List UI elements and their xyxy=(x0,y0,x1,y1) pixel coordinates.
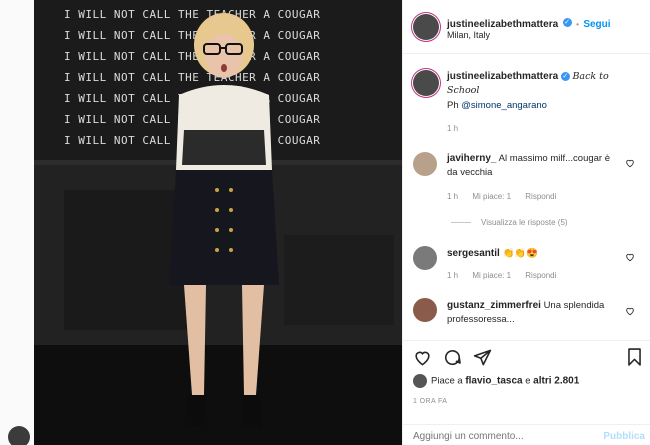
heart-icon[interactable] xyxy=(413,348,432,367)
publish-button[interactable]: Pubblica xyxy=(603,431,645,442)
comment-time: 1 h xyxy=(447,271,459,280)
verified-icon: ✓ xyxy=(560,71,570,81)
chalkboard-line: I WILL NOT CALL THE TEACHER A COUGAR xyxy=(64,29,320,42)
post-photo-art: I WILL NOT CALL THE TEACHER A COUGAR I WI… xyxy=(34,0,402,445)
comment-username[interactable]: sergesantil xyxy=(447,248,500,259)
comment-username[interactable]: javiherny_ xyxy=(447,153,496,164)
photographer-mention[interactable]: @simone_angarano xyxy=(461,100,547,111)
comment-likes[interactable]: Mi piace: 1 xyxy=(472,271,511,280)
comment-like-icon[interactable] xyxy=(625,252,635,262)
comment-input[interactable] xyxy=(413,431,583,442)
caption-username[interactable]: justineelizabethmattera xyxy=(447,71,558,82)
liker-username[interactable]: flavio_tasca xyxy=(465,376,522,387)
likes-summary: Piace a flavio_tasca e altri 2.801 xyxy=(413,374,579,388)
chalkboard-line: I WILL NOT CALL THE TEACHER A COUGAR xyxy=(64,50,320,63)
chalkboard-line: I WILL NOT CALL THE TEACHER A COUGAR xyxy=(64,71,320,84)
comment-icon[interactable] xyxy=(443,348,462,367)
liker-avatar[interactable] xyxy=(413,374,427,388)
likes-middle: e xyxy=(522,375,534,387)
caption-credit-prefix: Ph xyxy=(447,100,462,111)
commenter-avatar[interactable] xyxy=(413,298,437,322)
post-header: justineelizabethmattera ✓ • Segui Milan,… xyxy=(403,0,650,54)
comment-like-icon[interactable] xyxy=(625,158,635,168)
likes-others-button[interactable]: altri 2.801 xyxy=(533,376,579,387)
caption-time: 1 h xyxy=(447,124,459,133)
caption-avatar[interactable] xyxy=(413,70,439,96)
bookmark-icon[interactable] xyxy=(625,347,644,367)
post-location[interactable]: Milan, Italy xyxy=(447,30,490,40)
comment-likes[interactable]: Mi piace: 1 xyxy=(472,192,511,201)
follow-button[interactable]: Segui xyxy=(583,19,610,30)
comment-username[interactable]: gustanz_zimmerfrei xyxy=(447,300,541,311)
post-action-bar xyxy=(403,340,650,372)
post-photo[interactable]: I WILL NOT CALL THE TEACHER A COUGAR I WI… xyxy=(34,0,402,445)
author-username[interactable]: justineelizabethmattera xyxy=(447,19,558,30)
likes-prefix: Piace a xyxy=(431,375,466,387)
view-replies-button[interactable]: Visualizza le risposte (5) xyxy=(451,218,580,227)
post-timestamp: 1 ORA FA xyxy=(413,398,448,405)
post-details-panel: justineelizabethmattera ✓ • Segui Milan,… xyxy=(402,0,650,445)
comment-reply-button[interactable]: Rispondi xyxy=(525,271,556,280)
comment-text: 👏👏😍 xyxy=(502,248,538,259)
author-avatar[interactable] xyxy=(413,14,439,40)
commenter-avatar[interactable] xyxy=(413,152,437,176)
commenter-avatar[interactable] xyxy=(413,246,437,270)
comment-bar: Pubblica xyxy=(403,424,650,445)
verified-icon: ✓ xyxy=(562,18,572,28)
viewer-avatar[interactable] xyxy=(8,426,30,445)
share-icon[interactable] xyxy=(473,348,492,367)
chalkboard-line: I WILL NOT CALL THE TEACHER A COUGAR xyxy=(64,8,320,21)
follow-separator: • xyxy=(576,20,579,29)
comment-like-icon[interactable] xyxy=(625,306,635,316)
comment-time: 1 h xyxy=(447,192,459,201)
comment-reply-button[interactable]: Rispondi xyxy=(525,192,556,201)
